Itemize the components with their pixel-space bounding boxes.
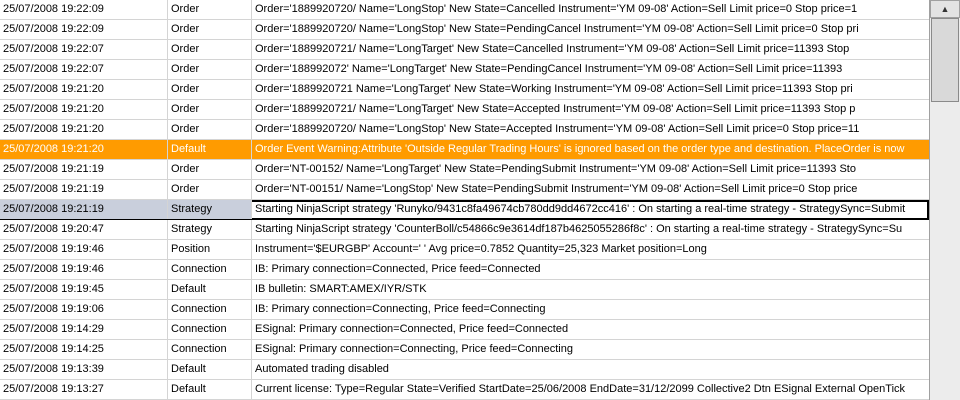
message-cell: Order='NT-00151/ Name='LongStop' New Sta…: [255, 183, 858, 195]
category-cell: Order: [168, 80, 252, 99]
category-cell: Default: [168, 280, 252, 299]
time-cell: 25/07/2008 19:21:19: [0, 200, 168, 219]
time-cell: 25/07/2008 19:22:07: [0, 60, 168, 79]
log-row[interactable]: 25/07/2008 19:21:20 Order Order='188992072…: [0, 80, 929, 100]
message-cell: Order='1889920720/ Name='LongStop' New S…: [255, 123, 860, 135]
message-cell: Starting NinjaScript strategy 'Runyko/94…: [255, 203, 906, 215]
log-row[interactable]: 25/07/2008 19:21:20 Default Order Event Wa…: [0, 140, 929, 160]
time-cell: 25/07/2008 19:22:07: [0, 40, 168, 59]
log-row[interactable]: 25/07/2008 19:22:09 Order Order='188992072…: [0, 0, 929, 20]
category-cell: Strategy: [168, 200, 252, 219]
log-row[interactable]: 25/07/2008 19:19:45 Default IB bulletin: S…: [0, 280, 929, 300]
log-row[interactable]: 25/07/2008 19:14:25 Connection ESignal: Pr…: [0, 340, 929, 360]
time-cell: 25/07/2008 19:21:20: [0, 120, 168, 139]
scroll-thumb[interactable]: [931, 18, 959, 102]
message-cell: IB: Primary connection=Connecting, Price…: [255, 303, 546, 315]
time-cell: 25/07/2008 19:13:39: [0, 360, 168, 379]
message-cell: IB: Primary connection=Connected, Price …: [255, 263, 541, 275]
category-cell: Order: [168, 0, 252, 19]
message-cell: Order='1889920720/ Name='LongStop' New S…: [255, 23, 859, 35]
category-cell: Connection: [168, 320, 252, 339]
log-row[interactable]: 25/07/2008 19:20:47 Strategy Starting Ninj…: [0, 220, 929, 240]
message-cell: Order='1889920721/ Name='LongTarget' New…: [255, 103, 856, 115]
log-row[interactable]: 25/07/2008 19:21:20 Order Order='188992072…: [0, 100, 929, 120]
message-cell: IB bulletin: SMART:AMEX/IYR/STK: [255, 283, 427, 295]
category-cell: Default: [168, 140, 252, 159]
category-cell: Order: [168, 100, 252, 119]
log-row[interactable]: 25/07/2008 19:21:19 Order Order='NT-00151/…: [0, 180, 929, 200]
log-row[interactable]: 25/07/2008 19:22:07 Order Order='188992072…: [0, 40, 929, 60]
message-cell: ESignal: Primary connection=Connecting, …: [255, 343, 573, 355]
category-cell: Order: [168, 60, 252, 79]
category-cell: Order: [168, 120, 252, 139]
time-cell: 25/07/2008 19:21:20: [0, 100, 168, 119]
vertical-scrollbar[interactable]: ▲: [929, 0, 960, 400]
message-cell: Starting NinjaScript strategy 'CounterBo…: [255, 223, 903, 235]
time-cell: 25/07/2008 19:14:29: [0, 320, 168, 339]
scroll-up-icon[interactable]: ▲: [930, 0, 960, 18]
category-cell: Connection: [168, 340, 252, 359]
time-cell: 25/07/2008 19:19:46: [0, 260, 168, 279]
category-cell: Position: [168, 240, 252, 259]
log-row[interactable]: 25/07/2008 19:21:19 Order Order='NT-00152/…: [0, 160, 929, 180]
log-row[interactable]: 25/07/2008 19:13:39 Default Automated trad…: [0, 360, 929, 380]
message-cell: Automated trading disabled: [255, 363, 389, 375]
category-cell: Strategy: [168, 220, 252, 239]
message-cell: Order='188992072' Name='LongTarget' New …: [255, 63, 843, 75]
category-cell: Order: [168, 180, 252, 199]
time-cell: 25/07/2008 19:13:27: [0, 380, 168, 399]
category-cell: Order: [168, 20, 252, 39]
time-cell: 25/07/2008 19:22:09: [0, 20, 168, 39]
message-cell: Order Event Warning:Attribute 'Outside R…: [255, 143, 905, 155]
log-row[interactable]: 25/07/2008 19:19:46 Position Instrument='$…: [0, 240, 929, 260]
time-cell: 25/07/2008 19:21:19: [0, 160, 168, 179]
time-cell: 25/07/2008 19:19:06: [0, 300, 168, 319]
message-cell: Order='1889920720/ Name='LongStop' New S…: [255, 3, 858, 15]
category-cell: Order: [168, 160, 252, 179]
log-row[interactable]: 25/07/2008 19:21:20 Order Order='188992072…: [0, 120, 929, 140]
log-row[interactable]: 25/07/2008 19:21:19 Strategy Starting Ninj…: [0, 200, 929, 220]
log-row[interactable]: 25/07/2008 19:14:29 Connection ESignal: Pr…: [0, 320, 929, 340]
message-cell: Order='NT-00152/ Name='LongTarget' New S…: [255, 163, 856, 175]
message-cell: ESignal: Primary connection=Connected, P…: [255, 323, 569, 335]
time-cell: 25/07/2008 19:22:09: [0, 0, 168, 19]
time-cell: 25/07/2008 19:20:47: [0, 220, 168, 239]
category-cell: Default: [168, 380, 252, 399]
time-cell: 25/07/2008 19:19:46: [0, 240, 168, 259]
category-cell: Default: [168, 360, 252, 379]
time-cell: 25/07/2008 19:19:45: [0, 280, 168, 299]
category-cell: Connection: [168, 260, 252, 279]
category-cell: Order: [168, 40, 252, 59]
log-row[interactable]: 25/07/2008 19:19:46 Connection IB: Primary…: [0, 260, 929, 280]
message-cell: Order='1889920721 Name='LongTarget' New …: [255, 83, 853, 95]
time-cell: 25/07/2008 19:21:20: [0, 140, 168, 159]
log-row[interactable]: 25/07/2008 19:22:07 Order Order='188992072…: [0, 60, 929, 80]
message-cell: Current license: Type=Regular State=Veri…: [255, 383, 906, 395]
log-row[interactable]: 25/07/2008 19:22:09 Order Order='188992072…: [0, 20, 929, 40]
time-cell: 25/07/2008 19:21:19: [0, 180, 168, 199]
time-cell: 25/07/2008 19:21:20: [0, 80, 168, 99]
time-cell: 25/07/2008 19:14:25: [0, 340, 168, 359]
log-row[interactable]: 25/07/2008 19:13:27 Default Current licens…: [0, 380, 929, 400]
log-row[interactable]: 25/07/2008 19:19:06 Connection IB: Primary…: [0, 300, 929, 320]
message-cell: Order='1889920721/ Name='LongTarget' New…: [255, 43, 850, 55]
message-cell: Instrument='$EURGBP' Account=' ' Avg pri…: [255, 243, 707, 255]
category-cell: Connection: [168, 300, 252, 319]
log-list[interactable]: 25/07/2008 19:22:09 Order Order='188992072…: [0, 0, 929, 400]
